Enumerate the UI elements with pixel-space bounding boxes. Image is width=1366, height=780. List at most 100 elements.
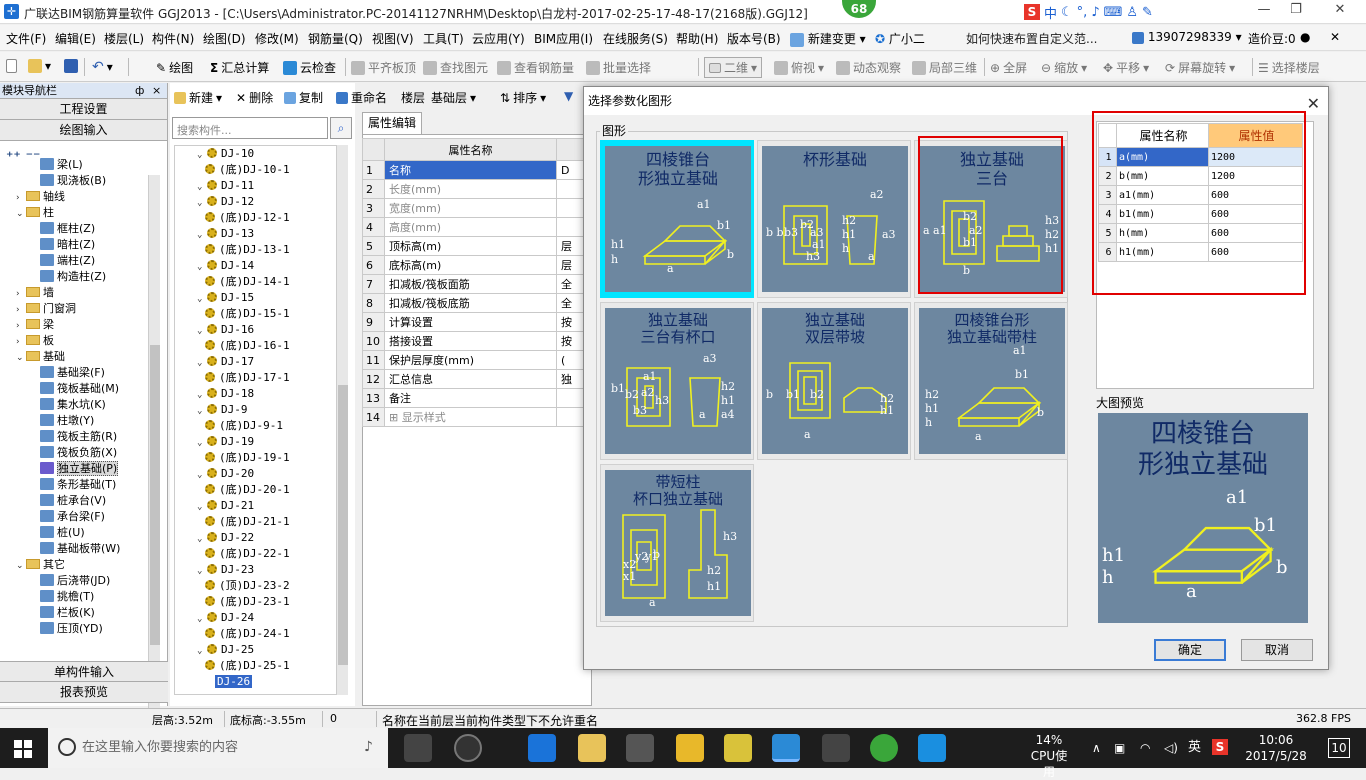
property-row[interactable]: 11 保护层厚度(mm)( xyxy=(362,350,590,370)
expander-icon[interactable]: ⌄ xyxy=(197,403,207,419)
new-component-button[interactable]: 新建 ▾ xyxy=(174,89,222,106)
cortana-icon[interactable] xyxy=(58,738,76,756)
component-item[interactable]: (底)DJ-20-1 xyxy=(175,482,343,498)
menu-cloud[interactable]: 云应用(Y) xyxy=(472,30,525,47)
minimize-button[interactable]: — xyxy=(1250,2,1278,22)
ime-lang-label[interactable]: 中 xyxy=(1044,3,1057,22)
pan-button[interactable]: ✥ 平移 ▾ xyxy=(1103,59,1149,76)
tree-folder[interactable]: ⌄ 其它 xyxy=(4,557,154,573)
expander-icon[interactable]: ⌄ xyxy=(197,467,207,483)
tree-item[interactable]: 筏板主筋(R) xyxy=(4,429,154,445)
component-item[interactable]: ⌄ DJ-18 xyxy=(175,386,343,402)
menu-file[interactable]: 文件(F) xyxy=(6,30,46,47)
tree-item[interactable]: 条形基础(T) xyxy=(4,477,154,493)
menu-help[interactable]: 帮助(H) xyxy=(676,30,718,47)
single-component-button[interactable]: 单构件输入 xyxy=(0,661,168,682)
menu-edit[interactable]: 编辑(E) xyxy=(55,30,96,47)
wrench-icon[interactable]: ✎ xyxy=(1142,5,1153,20)
expander-icon[interactable]: ⌄ xyxy=(197,387,207,403)
component-item[interactable]: ⌄ DJ-23 xyxy=(175,562,343,578)
sogou-icon[interactable]: S xyxy=(1024,4,1040,20)
menu-version[interactable]: 版本号(B) xyxy=(727,30,781,47)
undo-icon[interactable]: ↶ ▾ xyxy=(92,59,113,75)
local-3d-button[interactable]: 局部三维 xyxy=(912,59,977,76)
menu-draw[interactable]: 绘图(D) xyxy=(203,30,246,47)
expander-icon[interactable]: ⌄ xyxy=(197,227,207,243)
expander-icon[interactable]: ⌄ xyxy=(197,611,207,627)
shape-option[interactable]: 带短柱 杯口独立基础 x2 y2 x1 y1 b h3 h2 h1 a xyxy=(600,464,754,622)
store-icon[interactable] xyxy=(626,734,654,762)
tree-item[interactable]: 梁(L) xyxy=(4,157,154,173)
nav-scrollbar[interactable] xyxy=(148,175,160,745)
expander-icon[interactable]: › xyxy=(16,286,26,302)
notes-app-icon[interactable] xyxy=(676,734,704,762)
dynamic-view-button[interactable]: 动态观察 xyxy=(836,59,901,76)
tab-property-edit[interactable]: 属性编辑 xyxy=(362,112,422,134)
expander-icon[interactable]: ⌄ xyxy=(197,563,207,579)
component-item[interactable]: ⌄ DJ-11 xyxy=(175,178,343,194)
expander-icon[interactable]: ⌄ xyxy=(16,206,26,222)
menu-modify[interactable]: 修改(M) xyxy=(255,30,299,47)
tree-item[interactable]: 挑檐(T) xyxy=(4,589,154,605)
help-link[interactable]: 如何快速布置自定义范... xyxy=(966,30,1097,47)
property-row[interactable]: 10 搭接设置按 xyxy=(362,331,590,351)
tree-item[interactable]: 桩承台(V) xyxy=(4,493,154,509)
batch-select-button[interactable]: 批量选择 xyxy=(586,59,651,76)
fullscreen-button[interactable]: ⊕ 全屏 xyxy=(990,59,1027,76)
property-row[interactable]: 14 ⊞ 显示样式 xyxy=(362,407,590,427)
component-scrollbar[interactable] xyxy=(336,145,348,695)
search-input[interactable]: 搜索构件... xyxy=(172,117,328,139)
wifi-icon[interactable]: ◠ xyxy=(1140,740,1150,756)
tree-item[interactable]: 筏板负筋(X) xyxy=(4,445,154,461)
menu-rebar[interactable]: 钢筋量(Q) xyxy=(308,30,363,47)
copy-component-button[interactable]: 复制 xyxy=(284,89,323,106)
tree-folder[interactable]: › 墙 xyxy=(4,285,154,301)
property-row[interactable]: 12 汇总信息独 xyxy=(362,369,590,389)
tray-network-icon[interactable]: ▣ xyxy=(1114,740,1125,756)
file-explorer-icon[interactable] xyxy=(578,734,606,762)
notepad-app-icon[interactable] xyxy=(724,734,752,762)
tree-item[interactable]: 承台梁(F) xyxy=(4,509,154,525)
input-lang-indicator[interactable]: 英 xyxy=(1188,740,1201,756)
tree-item[interactable]: 独立基础(P) xyxy=(4,461,154,477)
property-row[interactable]: 5 顶标高(m) 层 xyxy=(362,236,590,256)
property-row[interactable]: 9 计算设置按 xyxy=(362,312,590,332)
tree-item[interactable]: 框柱(Z) xyxy=(4,221,154,237)
rotate-button[interactable]: ⟳ 屏幕旋转 ▾ xyxy=(1165,59,1235,76)
component-item[interactable]: ⌄ DJ-17 xyxy=(175,354,343,370)
component-item[interactable]: ⌄ DJ-14 xyxy=(175,258,343,274)
tree-item[interactable]: 现浇板(B) xyxy=(4,173,154,189)
expander-icon[interactable]: › xyxy=(16,302,26,318)
shape-option[interactable]: 独立基础 三台有杯口 a3 a1 b1 a2 b3 b2 h3 h2 h1 a4 a xyxy=(600,302,754,460)
component-item[interactable]: (底)DJ-21-1 xyxy=(175,514,343,530)
flush-board-button[interactable]: 平齐板顶 xyxy=(351,59,416,76)
taskbar-search-input[interactable]: 在这里输入你要搜索的内容 xyxy=(48,728,388,768)
component-item[interactable]: ⌄ DJ-12 xyxy=(175,194,343,210)
expander-icon[interactable]: ⌄ xyxy=(197,291,207,307)
shape-option[interactable]: 四棱锥台形 独立基础带柱 a1 b1 h2 h1 h a b xyxy=(914,302,1068,460)
menu-online[interactable]: 在线服务(S) xyxy=(603,30,668,47)
component-item[interactable]: (底)DJ-25-1 xyxy=(175,658,343,674)
tree-item[interactable]: 后浇带(JD) xyxy=(4,573,154,589)
menu-tools[interactable]: 工具(T) xyxy=(423,30,464,47)
property-row[interactable]: 2 长度(mm) xyxy=(362,179,590,199)
cloud-check-button[interactable]: 云检查 xyxy=(283,59,336,76)
expander-icon[interactable]: ⌄ xyxy=(197,531,207,547)
tree-item[interactable]: 压顶(YD) xyxy=(4,621,154,637)
component-item[interactable]: ⌄ DJ-16 xyxy=(175,322,343,338)
expander-icon[interactable]: ⌄ xyxy=(197,259,207,275)
green-app-icon[interactable] xyxy=(870,734,898,762)
shirt-icon[interactable]: ♙ xyxy=(1126,5,1138,20)
expander-icon[interactable]: ⌄ xyxy=(16,350,26,366)
moon-icon[interactable]: ☾ xyxy=(1061,5,1073,20)
property-row[interactable]: 8 扣减板/筏板底筋全 xyxy=(362,293,590,313)
tree-item[interactable]: 桩(U) xyxy=(4,525,154,541)
windows-start-icon[interactable] xyxy=(14,740,32,758)
new-file-icon[interactable] xyxy=(6,59,17,73)
restore-button[interactable]: ❐ xyxy=(1282,2,1310,22)
component-item[interactable]: ⌄ DJ-22 xyxy=(175,530,343,546)
property-row[interactable]: 1 名称 D xyxy=(362,160,590,180)
property-row[interactable]: 7 扣减板/筏板面筋全 xyxy=(362,274,590,294)
notification-badge[interactable]: 68 xyxy=(840,0,878,20)
menu-component[interactable]: 构件(N) xyxy=(152,30,194,47)
